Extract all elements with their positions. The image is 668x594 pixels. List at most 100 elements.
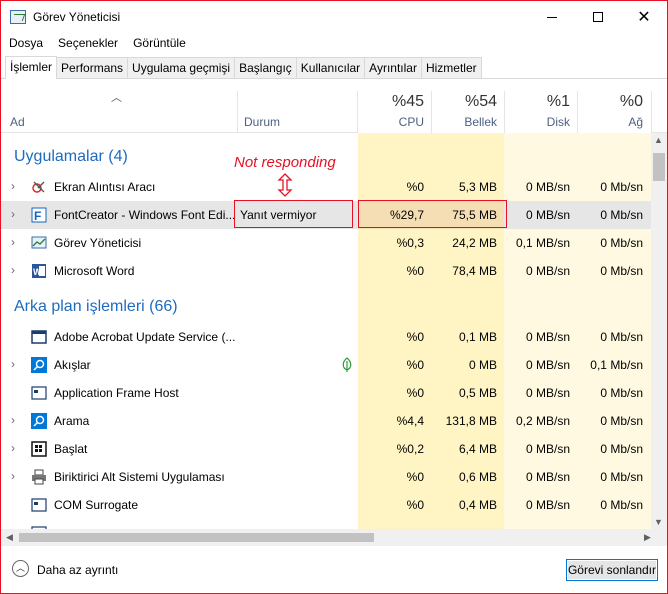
status-column-header[interactable]: Durum <box>238 79 357 133</box>
tab-app-history[interactable]: Uygulama geçmişi <box>127 57 236 78</box>
chevron-right-icon[interactable]: › <box>11 469 15 483</box>
cpu-value: %0,2 <box>396 442 424 456</box>
window-title: Görev Yöneticisi <box>33 10 121 24</box>
network-value: 0 Mb/sn <box>600 386 643 400</box>
tab-details[interactable]: Ayrıntılar <box>364 57 422 78</box>
cpu-value: %0 <box>406 498 424 512</box>
vertical-scrollbar[interactable]: ▲ ▼ <box>651 133 667 529</box>
cpu-value: %0 <box>406 264 424 278</box>
leaf-icon <box>341 357 353 376</box>
menu-view[interactable]: Görüntüle <box>125 33 193 53</box>
tab-processes[interactable]: İşlemler <box>5 56 58 79</box>
network-value: 0 Mb/sn <box>600 180 643 194</box>
tab-services[interactable]: Hizmetler <box>420 57 482 78</box>
title-bar[interactable]: Görev Yöneticisi ✕ <box>1 1 667 33</box>
chevron-right-icon[interactable]: › <box>11 235 15 249</box>
cpu-value: %4,4 <box>396 414 424 428</box>
chevron-right-icon[interactable]: › <box>11 413 15 427</box>
menu-options[interactable]: Seçenekler <box>50 33 125 53</box>
service-window-icon <box>31 329 47 345</box>
process-name: Microsoft Word <box>54 264 135 278</box>
chevron-right-icon[interactable]: › <box>11 179 15 193</box>
fewer-details-link[interactable]: Daha az ayrıntı <box>37 563 118 577</box>
table-row[interactable]: › Başlat %0,2 6,4 MB 0 MB/sn 0 Mb/sn <box>1 435 667 463</box>
network-value: 0 Mb/sn <box>600 236 643 250</box>
table-row[interactable]: › Görev Yöneticisi %0,3 24,2 MB 0,1 MB/s… <box>1 229 667 257</box>
scroll-down-icon[interactable]: ▼ <box>654 517 663 527</box>
table-row[interactable]: › Akışlar %0 0 MB 0 MB/sn 0,1 Mb/sn <box>1 351 667 379</box>
cpu-value: %0 <box>406 180 424 194</box>
network-column-header[interactable]: %0 Ağ <box>578 79 651 133</box>
network-value: 0 Mb/sn <box>600 498 643 512</box>
chevron-right-icon[interactable]: › <box>11 263 15 277</box>
process-name: Biriktirici Alt Sistemi Uygulaması <box>54 470 225 484</box>
status-column-label: Durum <box>244 115 281 129</box>
fontcreator-icon: F <box>31 207 47 223</box>
tab-startup[interactable]: Başlangıç <box>234 57 297 78</box>
process-grid: ︿ Ad Durum %45 CPU %54 Bellek %1 Disk %0… <box>1 79 667 529</box>
end-task-button[interactable]: Görevi sonlandır <box>566 559 658 581</box>
disk-value: 0 MB/sn <box>525 442 570 456</box>
column-header: ︿ Ad Durum %45 CPU %54 Bellek %1 Disk %0… <box>1 79 667 133</box>
name-column-label: Ad <box>10 115 25 129</box>
scroll-right-icon[interactable]: ▶ <box>644 532 651 543</box>
cpu-column-header[interactable]: %45 CPU <box>358 79 431 133</box>
process-name: Ekran Alıntısı Aracı <box>54 180 156 194</box>
task-manager-icon <box>31 235 47 251</box>
maximize-button[interactable] <box>575 1 621 33</box>
scroll-up-icon[interactable]: ▲ <box>654 135 663 145</box>
table-row[interactable]: › Biriktirici Alt Sistemi Uygulaması %0 … <box>1 463 667 491</box>
table-row[interactable]: COM Surrogate %0 0,4 MB 0 MB/sn 0 Mb/sn <box>1 491 667 519</box>
disk-value: 0 MB/sn <box>525 330 570 344</box>
memory-value: 5,3 MB <box>458 180 497 194</box>
name-column-header[interactable]: Ad <box>1 79 237 133</box>
cpu-value: %0,3 <box>396 236 424 250</box>
table-row[interactable]: Adobe Acrobat Update Service (... %0 0,1… <box>1 323 667 351</box>
disk-total: %1 <box>546 93 570 110</box>
printer-icon <box>31 469 47 485</box>
svg-text:W: W <box>33 267 42 277</box>
minimize-button[interactable] <box>529 1 575 33</box>
tab-performance[interactable]: Performans <box>56 57 129 78</box>
disk-value: 0 MB/sn <box>525 264 570 278</box>
search-blue-icon <box>31 357 47 373</box>
disk-column-header[interactable]: %1 Disk <box>505 79 577 133</box>
disk-value: 0,1 MB/sn <box>515 236 570 250</box>
chevron-right-icon[interactable]: › <box>11 207 15 221</box>
background-group-label: Arka plan işlemleri (66) <box>14 298 178 315</box>
menu-file[interactable]: Dosya <box>1 33 50 53</box>
table-row[interactable]: › Ekran Alıntısı Aracı %0 5,3 MB 0 MB/sn… <box>1 173 667 201</box>
process-name: Başlat <box>54 442 88 456</box>
memory-column-header[interactable]: %54 Bellek <box>432 79 504 133</box>
column-separator[interactable] <box>651 91 652 133</box>
cpu-value: %0 <box>406 386 424 400</box>
network-column-label: Ağ <box>628 115 643 129</box>
chevron-right-icon[interactable]: › <box>11 357 15 371</box>
chevron-up-circle-icon[interactable]: ︿ <box>12 560 29 577</box>
chevron-right-icon[interactable]: › <box>11 441 15 455</box>
table-row-partial[interactable] <box>1 519 667 529</box>
disk-value: 0 MB/sn <box>525 208 570 222</box>
horizontal-scroll-thumb[interactable] <box>19 533 374 542</box>
table-row[interactable]: › Arama %4,4 131,8 MB 0,2 MB/sn 0 Mb/sn <box>1 407 667 435</box>
cpu-column-label: CPU <box>398 115 424 129</box>
process-name: Application Frame Host <box>54 386 179 400</box>
network-value: 0 Mb/sn <box>600 330 643 344</box>
horizontal-scrollbar[interactable]: ◀ ▶ <box>1 529 667 546</box>
table-row[interactable]: Application Frame Host %0 0,5 MB 0 MB/sn… <box>1 379 667 407</box>
table-row[interactable]: › W Microsoft Word %0 78,4 MB 0 MB/sn 0 … <box>1 257 667 285</box>
memory-total: %54 <box>464 93 497 110</box>
scroll-left-icon[interactable]: ◀ <box>6 532 13 543</box>
tab-users[interactable]: Kullanıcılar <box>295 57 366 78</box>
tab-strip: İşlemler Performans Uygulama geçmişi Baş… <box>5 56 482 79</box>
memory-value: 0,1 MB <box>458 330 497 344</box>
close-button[interactable]: ✕ <box>621 1 667 33</box>
cpu-value: %0 <box>406 358 424 372</box>
memory-value: 0,6 MB <box>458 470 497 484</box>
start-icon <box>31 441 47 457</box>
memory-value: 0,4 MB <box>458 498 497 512</box>
memory-value: 24,2 MB <box>452 236 497 250</box>
disk-value: 0 MB/sn <box>525 498 570 512</box>
disk-value: 0,2 MB/sn <box>515 414 570 428</box>
vertical-scroll-thumb[interactable] <box>653 153 665 181</box>
